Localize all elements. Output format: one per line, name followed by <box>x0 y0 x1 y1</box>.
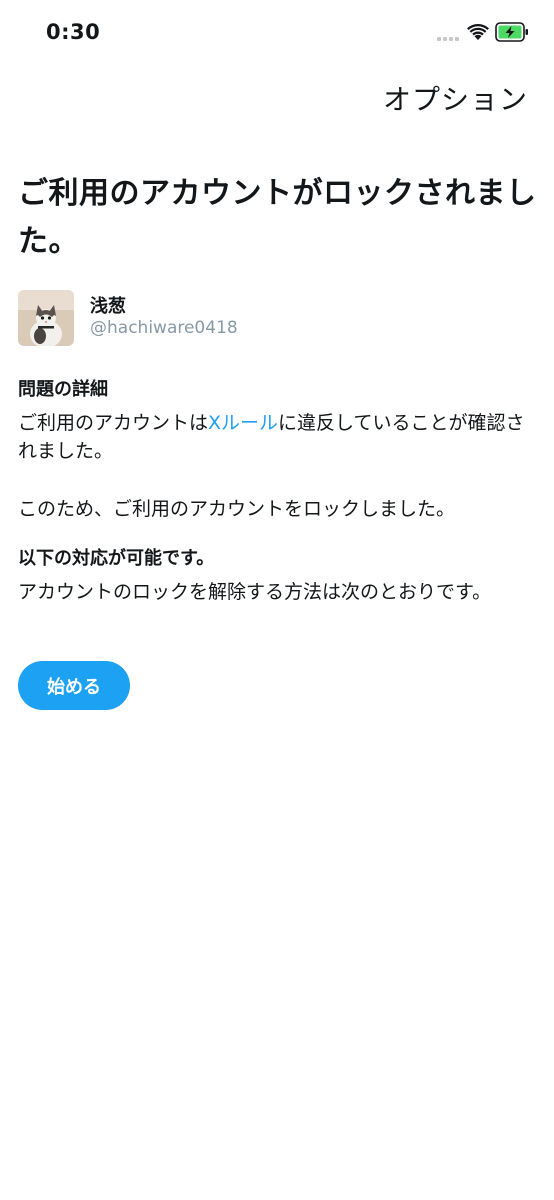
problem-details-text-prefix: ご利用のアカウントは <box>18 412 209 434</box>
x-rules-link[interactable]: Xルール <box>208 412 278 434</box>
problem-details-text: ご利用のアカウントはXルールに違反していることが確認されました。 <box>18 409 538 465</box>
status-time: 0:30 <box>46 20 101 44</box>
user-handle: @hachiware0418 <box>90 318 238 338</box>
cat-photo-avatar <box>18 290 74 346</box>
start-button[interactable]: 始める <box>18 661 130 710</box>
problem-details-heading: 問題の詳細 <box>18 379 108 400</box>
available-actions-section: 以下の対応が可能です。 アカウントのロックを解除する方法は次のとおりです。 <box>18 546 538 606</box>
battery-charging-icon <box>495 22 528 42</box>
status-bar: 0:30 <box>0 0 554 66</box>
problem-details-section: 問題の詳細 ご利用のアカウントはXルールに違反していることが確認されました。 こ… <box>18 377 538 523</box>
avatar <box>18 290 74 346</box>
page-title: ご利用のアカウントがロックされました。 <box>18 176 537 259</box>
signal-dots-icon <box>437 37 459 41</box>
profile-card: 浅葱 @hachiware0418 <box>18 290 538 348</box>
available-actions-text: アカウントのロックを解除する方法は次のとおりです。 <box>18 581 492 603</box>
display-name: 浅葱 <box>90 296 126 317</box>
available-actions-heading: 以下の対応が可能です。 <box>18 548 215 569</box>
options-link[interactable]: オプション <box>383 78 528 118</box>
wifi-icon <box>467 24 489 40</box>
lock-notice-text: このため、ご利用のアカウントをロックしました。 <box>18 498 456 520</box>
